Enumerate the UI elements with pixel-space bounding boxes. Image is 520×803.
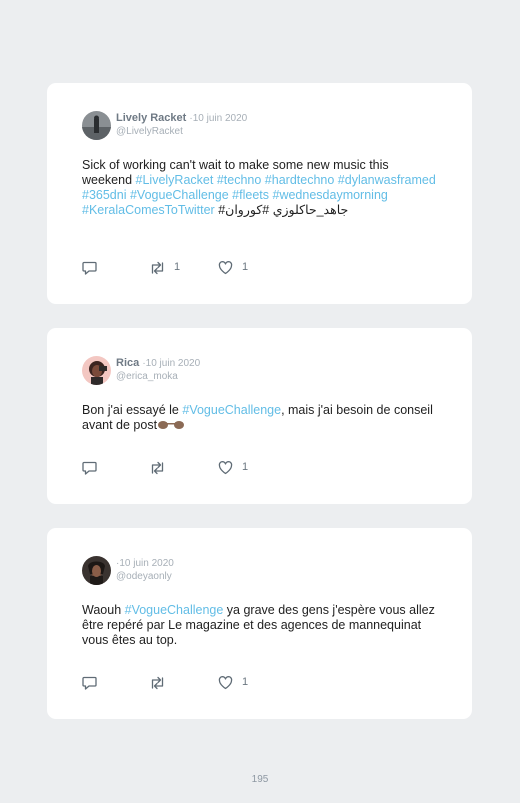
author-handle[interactable]: @odeyaonly xyxy=(116,570,172,583)
sunglasses-emoji xyxy=(157,419,185,431)
avatar[interactable] xyxy=(82,356,111,385)
text-segment: Bon j'ai essayé le xyxy=(82,403,183,417)
reply-icon xyxy=(82,261,97,275)
arabic-hashtags[interactable]: #جاهد_حاكلوزي #كوروان xyxy=(218,203,348,217)
avatar[interactable] xyxy=(82,111,111,140)
hashtag-link[interactable]: #LivelyRacket xyxy=(136,173,214,187)
hashtag-link[interactable]: #VogueChallenge xyxy=(130,188,229,202)
author-name[interactable]: Rica xyxy=(116,357,139,369)
author-handle[interactable]: @erica_moka xyxy=(116,370,178,383)
tweet-date[interactable]: 10 juin 2020 xyxy=(119,558,174,569)
tweet-actions: 1 1 xyxy=(82,260,282,276)
author-handle[interactable]: @LivelyRacket xyxy=(116,125,183,138)
hashtag-link[interactable]: #fleets xyxy=(232,188,269,202)
author-name[interactable]: Lively Racket xyxy=(116,112,186,124)
like-count: 1 xyxy=(242,461,249,473)
hashtag-link[interactable]: #wednesdaymorning xyxy=(273,188,388,202)
hashtag-link[interactable]: #KeralaComesToTwitter xyxy=(82,203,215,217)
tweet-date[interactable]: 10 juin 2020 xyxy=(146,358,201,369)
retweet-count: 1 xyxy=(174,261,181,273)
retweet-icon xyxy=(151,461,164,475)
like-count: 1 xyxy=(242,261,249,273)
tweet-actions: 1 xyxy=(82,675,282,691)
text-segment: Waouh xyxy=(82,603,125,617)
hashtag-link[interactable]: #VogueChallenge xyxy=(125,603,224,617)
retweet-icon xyxy=(151,261,164,275)
heart-icon xyxy=(218,261,233,275)
like-count: 1 xyxy=(242,676,249,688)
avatar[interactable] xyxy=(82,556,111,585)
tweet-text: Bon j'ai essayé le #VogueChallenge, mais… xyxy=(82,403,440,433)
hashtag-link[interactable]: #techno xyxy=(217,173,261,187)
tweet-text: Sick of working can't wait to make some … xyxy=(82,158,440,218)
heart-icon xyxy=(218,461,233,475)
hashtag-link[interactable]: #dylanwasframed xyxy=(338,173,436,187)
tweet-card: Rica ·10 juin 2020 @erica_moka Bon j'ai … xyxy=(47,328,472,504)
hashtag-link[interactable]: #365dni xyxy=(82,188,127,202)
page-number: 195 xyxy=(251,774,269,785)
reply-icon xyxy=(82,676,97,690)
tweet-card: Lively Racket ·10 juin 2020 @LivelyRacke… xyxy=(47,83,472,304)
tweet-card: ·10 juin 2020 @odeyaonly Waouh #VogueCha… xyxy=(47,528,472,719)
tweet-text: Waouh #VogueChallenge ya grave des gens … xyxy=(82,603,440,648)
hashtag-link[interactable]: #VogueChallenge xyxy=(182,403,281,417)
tweet-date[interactable]: 10 juin 2020 xyxy=(193,113,248,124)
hashtag-link[interactable]: #hardtechno xyxy=(265,173,335,187)
tweet-actions: 1 xyxy=(82,460,282,476)
reply-icon xyxy=(82,461,97,475)
heart-icon xyxy=(218,676,233,690)
retweet-icon xyxy=(151,676,164,690)
